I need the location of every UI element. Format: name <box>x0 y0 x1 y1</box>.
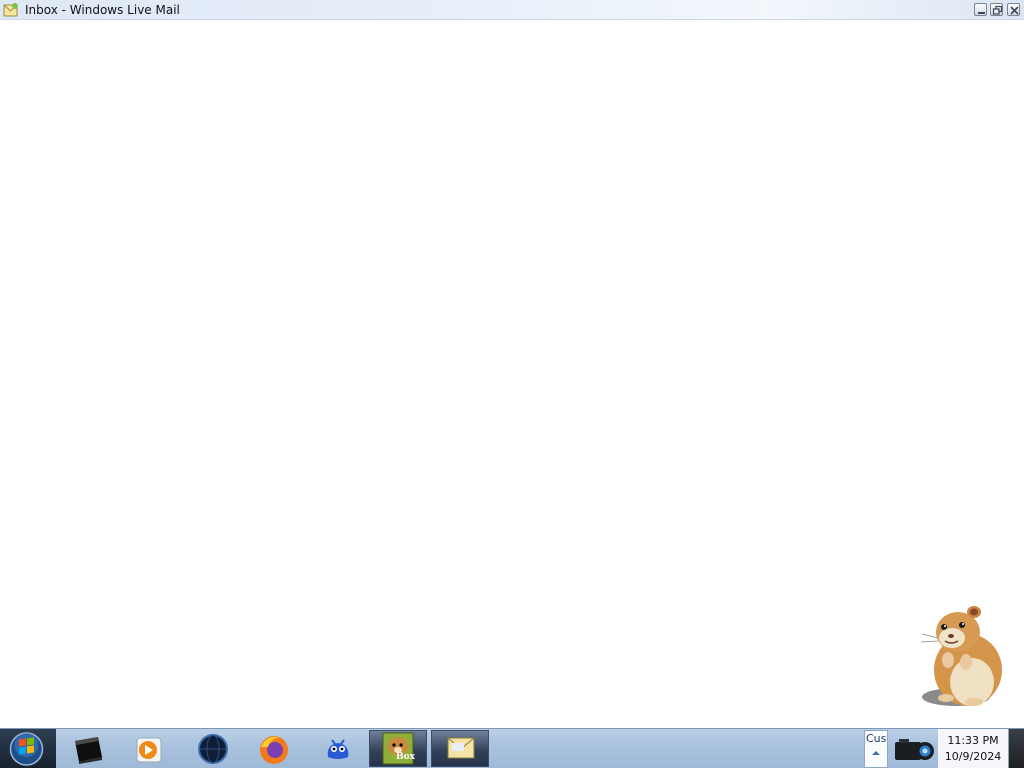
windows-live-mail-icon <box>447 737 475 759</box>
taskbar: Box Cus 11:33 PM 10/9/2024 <box>0 728 1024 768</box>
close-icon <box>1010 6 1019 15</box>
command-prompt-icon[interactable] <box>70 731 106 767</box>
tray-text: Cus <box>866 732 887 745</box>
taskbar-app-windows-live-mail[interactable] <box>431 730 489 767</box>
show-desktop-button[interactable] <box>1008 729 1024 768</box>
media-player-icon[interactable] <box>131 731 167 767</box>
start-orb-icon <box>9 732 44 766</box>
box-game-label: Box <box>396 752 415 762</box>
camera-icon[interactable] <box>889 731 937 767</box>
tray-custom-item[interactable]: Cus <box>864 730 888 768</box>
minimize-icon <box>978 12 985 14</box>
start-button[interactable] <box>8 731 45 767</box>
taskbar-app-box-game[interactable]: Box <box>369 730 427 767</box>
blue-mascot-icon[interactable] <box>320 731 356 767</box>
close-button[interactable] <box>1007 3 1020 16</box>
title-bar[interactable]: Inbox - Windows Live Mail <box>0 0 1024 20</box>
minimize-button[interactable] <box>974 3 987 16</box>
firefox-icon[interactable] <box>256 731 292 767</box>
system-clock[interactable]: 11:33 PM 10/9/2024 <box>938 729 1008 768</box>
restore-button[interactable] <box>990 3 1003 16</box>
restore-icon <box>992 5 1003 15</box>
clock-date: 10/9/2024 <box>944 750 1002 763</box>
tray-small-icon <box>872 751 880 755</box>
globe-icon[interactable] <box>195 731 231 767</box>
window-title: Inbox - Windows Live Mail <box>25 3 180 17</box>
screen: Inbox - Windows Live Mail Box Cus 11:33 … <box>0 0 1024 768</box>
mail-content-area[interactable] <box>0 20 1024 728</box>
clock-time: 11:33 PM <box>947 734 999 747</box>
hamster-icon[interactable] <box>916 600 1008 712</box>
windows-live-mail-icon <box>3 2 19 18</box>
